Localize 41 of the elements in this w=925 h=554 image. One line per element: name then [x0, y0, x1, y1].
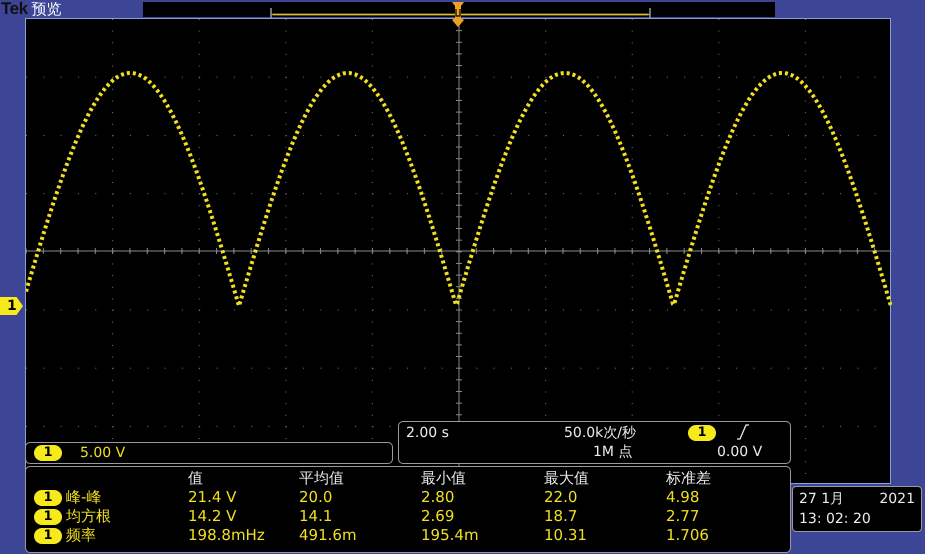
column-header: 标准差 [666, 469, 712, 488]
measurement-value: 198.8mHz [188, 526, 266, 545]
channel-ground-marker[interactable]: 1 [0, 297, 23, 315]
measurement-value: 4.98 [666, 488, 700, 507]
mode-label: 预览 [32, 0, 62, 18]
trigger-level-text: 0.00 V [717, 443, 762, 461]
measurement-value: 14.2 V [188, 507, 238, 526]
sample-rate-text: 50.0k次/秒 [564, 424, 636, 442]
column-header: 值 [188, 469, 204, 488]
vertical-scale-text: 5.00 V [80, 444, 126, 462]
measurement-value: 1.706 [666, 526, 710, 545]
date-text: 27 1月 [799, 490, 844, 509]
measurement-value: 2.80 [421, 488, 456, 507]
measurement-name: 均方根 [66, 507, 111, 526]
brand-logo: Tek [1, 0, 28, 18]
column-header: 最大值 [544, 469, 590, 488]
column-header: 平均值 [299, 469, 345, 488]
measurement-name: 峰-峰 [66, 488, 102, 507]
trigger-channel-badge: 1 [688, 425, 716, 441]
measurement-value: 21.4 V [188, 488, 238, 507]
time-per-division-text: 2.00 s [406, 424, 449, 442]
record-length-text: 1M 点 [593, 443, 632, 461]
year-text: 2021 [879, 490, 915, 509]
measurement-value: 20.0 [299, 488, 334, 507]
channel-badge: 1 [34, 490, 62, 506]
channel-badge: 1 [34, 528, 62, 544]
measurement-value: 18.7 [544, 507, 578, 526]
measurement-value: 491.6m [299, 526, 358, 545]
measurement-value: 14.1 [299, 507, 334, 526]
rising-edge-icon [736, 424, 750, 440]
measurement-name: 频率 [66, 526, 96, 545]
channel-badge: 1 [34, 445, 62, 461]
measurement-value: 22.0 [544, 488, 578, 507]
measurement-value: 195.4m [421, 526, 480, 545]
trigger-position-marker-icon[interactable] [451, 2, 465, 28]
measurement-value: 10.31 [544, 526, 588, 545]
column-header: 最小值 [421, 469, 467, 488]
measurement-value: 2.69 [421, 507, 456, 526]
channel-badge: 1 [34, 508, 62, 524]
measurement-value: 2.77 [666, 507, 700, 526]
time-text: 13: 02: 20 [799, 510, 872, 529]
